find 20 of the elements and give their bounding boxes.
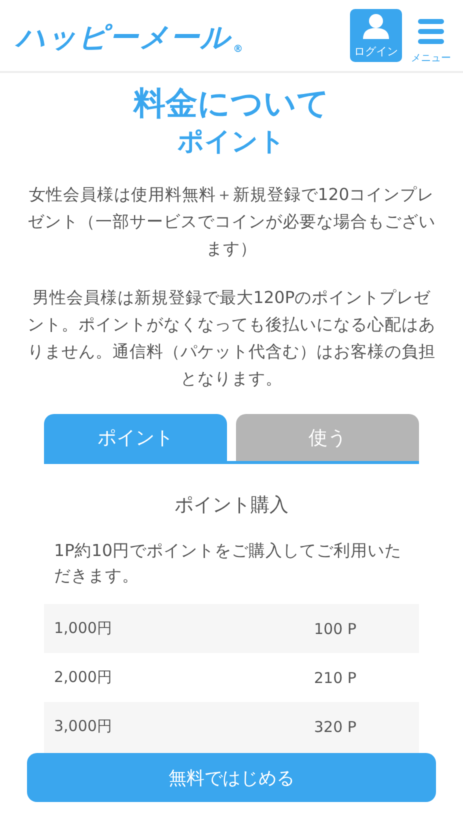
points-text: 320 P bbox=[314, 718, 356, 736]
section-title: ポイント購入 bbox=[174, 493, 290, 518]
price-text: 2,000円 bbox=[54, 668, 113, 687]
info-paragraph: 男性会員様は新規登録で最大120Pのポイントプレゼント。ポイントがなくなっても後払いになる心配はありません。通信料（パケット代含む）はお客様の負担となります。 bbox=[26, 287, 436, 390]
page-subtitle: ポイント bbox=[176, 126, 286, 159]
tab[interactable]: 使う bbox=[236, 414, 419, 461]
price-text: 3,000円 bbox=[54, 717, 113, 736]
section-text: 1P約10円でポイントをご購入してご利用いただきます。 bbox=[54, 540, 402, 587]
user-icon bbox=[361, 13, 391, 39]
page-title: 料金について bbox=[132, 83, 330, 123]
menu-button[interactable]: メニュー bbox=[411, 18, 451, 64]
menu-icon bbox=[417, 18, 445, 44]
points-text: 100 P bbox=[314, 620, 356, 638]
login-button[interactable]: ログイン bbox=[350, 9, 402, 62]
start-free-button[interactable]: 無料ではじめる bbox=[27, 753, 436, 802]
logo[interactable]: ハッピーメール® bbox=[16, 18, 244, 58]
info-paragraph: 女性会員様は使用料無料＋新規登録で120コインプレゼント（一部サービスでコインが必要な場合もございます） bbox=[26, 184, 436, 260]
points-text: 210 P bbox=[314, 668, 356, 686]
tab[interactable]: ポイント bbox=[44, 414, 227, 461]
price-text: 1,000円 bbox=[54, 619, 113, 638]
